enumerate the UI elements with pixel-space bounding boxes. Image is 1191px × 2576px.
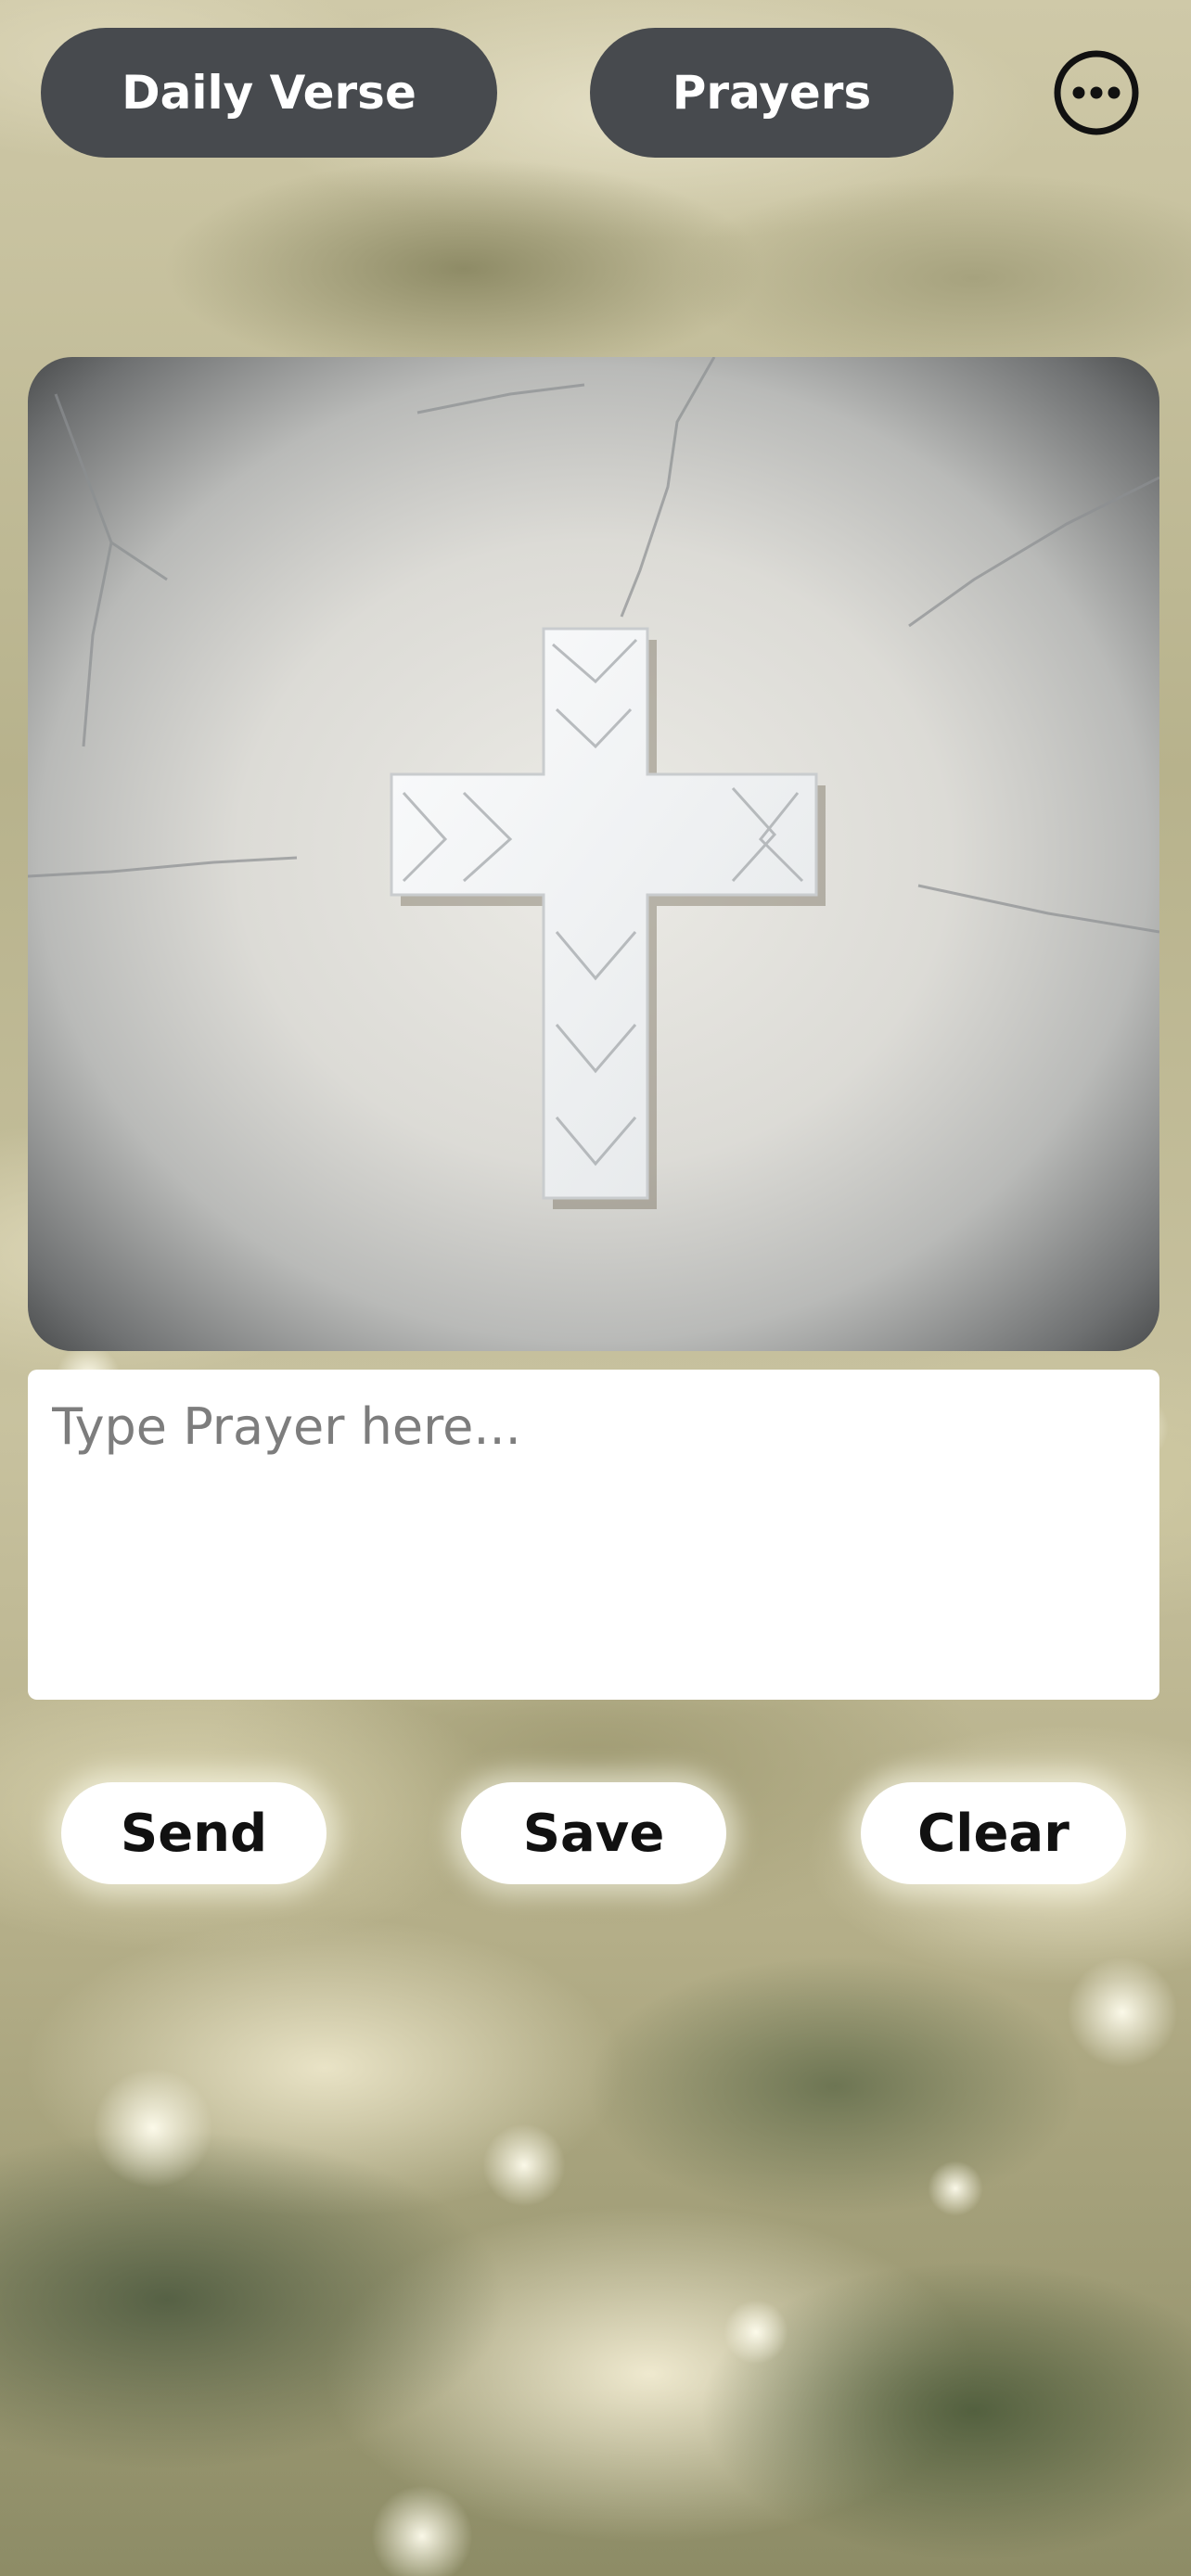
prayers-button[interactable]: Prayers: [590, 28, 954, 158]
send-button[interactable]: Send: [61, 1782, 327, 1884]
cross-shape: [390, 627, 818, 1200]
send-label: Send: [120, 1803, 268, 1864]
prayers-label: Prayers: [672, 66, 872, 120]
save-label: Save: [522, 1803, 665, 1864]
sparkle: [93, 2068, 213, 2188]
daily-verse-label: Daily Verse: [122, 66, 416, 120]
more-options-button[interactable]: [1050, 46, 1143, 139]
prayer-input-box[interactable]: [28, 1370, 1159, 1700]
cross-illustration: [28, 357, 1159, 1209]
save-button[interactable]: Save: [461, 1782, 726, 1884]
sparkle: [482, 2123, 566, 2207]
prayer-input[interactable]: [52, 1397, 1135, 1672]
sparkle: [1067, 1957, 1178, 2068]
sparkle: [928, 2161, 983, 2216]
daily-verse-button[interactable]: Daily Verse: [41, 28, 497, 158]
sparkle: [724, 2300, 788, 2365]
clear-label: Clear: [917, 1803, 1069, 1864]
cross-image: [28, 357, 1159, 1351]
more-horizontal-circle-icon: [1054, 50, 1139, 135]
sparkle: [371, 2485, 473, 2576]
clear-button[interactable]: Clear: [861, 1782, 1126, 1884]
